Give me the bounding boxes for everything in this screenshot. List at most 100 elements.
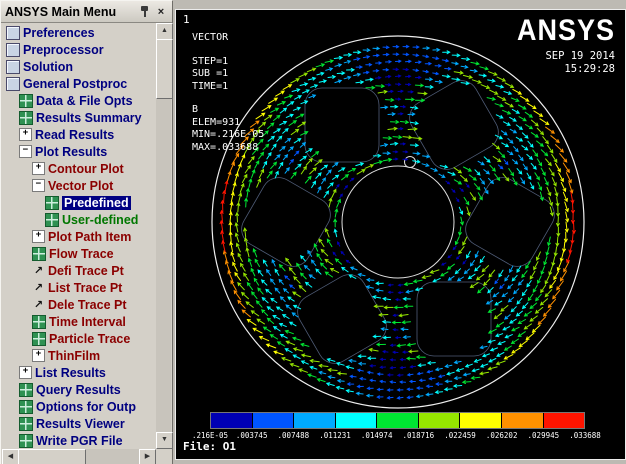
- menu-item-defi-trace-pt[interactable]: ↗ Defi Trace Pt: [3, 262, 155, 279]
- menu-item-label: Time Interval: [49, 314, 126, 329]
- menu-item-general-postproc[interactable]: General Postproc: [3, 75, 155, 92]
- menu-item-results-summary[interactable]: Results Summary: [3, 109, 155, 126]
- menu-item-label: Plot Results: [35, 144, 108, 159]
- colorbar-segment-5: [418, 413, 461, 428]
- table-icon: [19, 433, 33, 448]
- colorbar-label: .011231: [319, 431, 351, 440]
- menu-item-label: Dele Trace Pt: [48, 297, 127, 312]
- menu-item-solution[interactable]: Solution: [3, 58, 155, 75]
- app-icon: [6, 25, 20, 40]
- menu-item-label: Write PGR File: [36, 433, 123, 448]
- scroll-up-icon[interactable]: ▲: [156, 23, 173, 40]
- app-icon: [6, 76, 20, 91]
- colorbar: [210, 412, 585, 429]
- scroll-left-icon[interactable]: ◀: [2, 449, 19, 464]
- menu-item-read-results[interactable]: + Read Results: [3, 126, 155, 143]
- menu-item-flow-trace[interactable]: Flow Trace: [3, 245, 155, 262]
- info-line-elem: ELEM=931: [192, 116, 241, 128]
- menu-item-results-viewer[interactable]: Results Viewer: [3, 415, 155, 432]
- expand-box-icon[interactable]: +: [32, 230, 45, 243]
- vertical-scrollbar[interactable]: ▲ ▼: [156, 23, 173, 449]
- menu-item-dele-trace-pt[interactable]: ↗ Dele Trace Pt: [3, 296, 155, 313]
- info-line-time: TIME=1: [192, 80, 229, 92]
- scroll-right-icon[interactable]: ▶: [139, 449, 156, 464]
- table-icon: [19, 382, 33, 397]
- menu-item-label: Read Results: [35, 127, 115, 142]
- menu-item-label: Preprocessor: [23, 42, 104, 57]
- menu-item-data-file-opts[interactable]: Data & File Opts: [3, 92, 155, 109]
- menu-item-label: Flow Trace: [49, 246, 114, 261]
- collapse-box-icon[interactable]: −: [19, 145, 32, 158]
- info-line-sub: SUB =1: [192, 68, 229, 79]
- pushpin-glyph: [139, 5, 150, 19]
- colorbar-label: .007488: [277, 431, 310, 440]
- menu-item-time-interval[interactable]: Time Interval: [3, 313, 155, 330]
- plot-time: 15:29:28: [564, 63, 615, 75]
- file-label: File: O1: [183, 440, 236, 453]
- table-icon: [19, 416, 33, 431]
- menu-item-options-for-outp[interactable]: Options for Outp: [3, 398, 155, 415]
- horizontal-scrollbar[interactable]: ◀ ▶: [2, 449, 156, 464]
- menu-item-preprocessor[interactable]: Preprocessor: [3, 41, 155, 58]
- horizontal-scroll-thumb[interactable]: [18, 449, 86, 464]
- colorbar-label: .018716: [402, 431, 435, 440]
- menu-item-query-results[interactable]: Query Results: [3, 381, 155, 398]
- menu-item-label: General Postproc: [23, 76, 128, 91]
- menu-item-plot-results[interactable]: − Plot Results: [3, 143, 155, 160]
- close-icon[interactable]: ×: [154, 5, 168, 19]
- menu-item-label: Preferences: [23, 25, 95, 40]
- expand-box-icon[interactable]: +: [32, 162, 45, 175]
- menu-item-label: User-defined: [62, 212, 139, 227]
- menu-item-thinfilm[interactable]: + ThinFilm: [3, 347, 155, 364]
- menu-item-preferences[interactable]: Preferences: [3, 24, 155, 41]
- info-line-quantity: B: [192, 104, 199, 115]
- ansys-main-menu-window: ANSYS Main Menu × Preferences Preprocesso…: [0, 0, 173, 464]
- menu-item-predefined[interactable]: Predefined: [3, 194, 155, 211]
- table-icon: [32, 246, 46, 261]
- table-icon: [45, 195, 59, 210]
- menu-item-label: List Trace Pt: [48, 280, 123, 295]
- menu-item-contour-plot[interactable]: + Contour Plot: [3, 160, 155, 177]
- colorbar-label: .033688: [569, 431, 601, 440]
- menu-item-label: Solution: [23, 59, 73, 74]
- menu-titlebar[interactable]: ANSYS Main Menu ×: [1, 1, 172, 23]
- menu-item-plot-path-item[interactable]: + Plot Path Item: [3, 228, 155, 245]
- colorbar-segment-7: [501, 413, 544, 428]
- table-icon: [19, 93, 33, 108]
- viewport-window-number: 1: [183, 13, 190, 26]
- scroll-down-icon[interactable]: ▼: [156, 432, 173, 449]
- collapse-box-icon[interactable]: −: [32, 179, 45, 192]
- menu-item-label: Contour Plot: [48, 161, 124, 176]
- menu-item-label: Query Results: [36, 382, 121, 397]
- window-title: ANSYS Main Menu: [5, 4, 117, 19]
- menu-item-user-defined[interactable]: User-defined: [3, 211, 155, 228]
- expand-box-icon[interactable]: +: [32, 349, 45, 362]
- menu-item-list-trace-pt[interactable]: ↗ List Trace Pt: [3, 279, 155, 296]
- colorbar-label: .216E-05: [191, 431, 229, 440]
- expand-box-icon[interactable]: +: [19, 366, 32, 379]
- menu-item-label: Results Viewer: [36, 416, 125, 431]
- menu-item-write-pgr-file[interactable]: Write PGR File: [3, 432, 155, 448]
- menu-tree: Preferences Preprocessor Solution General P…: [3, 24, 155, 448]
- menu-item-label: Vector Plot: [48, 178, 114, 193]
- ansys-logo: ANSYS: [516, 14, 615, 47]
- vertical-scroll-thumb[interactable]: [156, 39, 173, 99]
- info-line-vector: VECTOR: [192, 32, 229, 43]
- app-icon: [6, 42, 20, 57]
- menu-item-vector-plot[interactable]: − Vector Plot: [3, 177, 155, 194]
- colorbar-segment-6: [460, 413, 502, 428]
- colorbar-label: .029945: [527, 431, 560, 440]
- graphics-viewport[interactable]: 1 VECTOR STEP=1 SUB =1 TIME=1 B ELEM=931…: [175, 9, 626, 460]
- plot-date: SEP 19 2014: [545, 50, 615, 62]
- colorbar-label: .014974: [360, 431, 393, 440]
- expand-box-icon[interactable]: +: [19, 128, 32, 141]
- table-icon: [19, 110, 33, 125]
- menu-item-list-results[interactable]: + List Results: [3, 364, 155, 381]
- menu-item-label: Predefined: [62, 195, 131, 210]
- menu-item-particle-trace[interactable]: Particle Trace: [3, 330, 155, 347]
- desktop: ANSYS Main Menu × Preferences Preprocesso…: [0, 0, 626, 464]
- colorbar-segment-8: [543, 413, 585, 428]
- app-icon: [6, 59, 20, 74]
- pushpin-icon[interactable]: [137, 5, 151, 19]
- arrow-icon: ↗: [33, 263, 44, 277]
